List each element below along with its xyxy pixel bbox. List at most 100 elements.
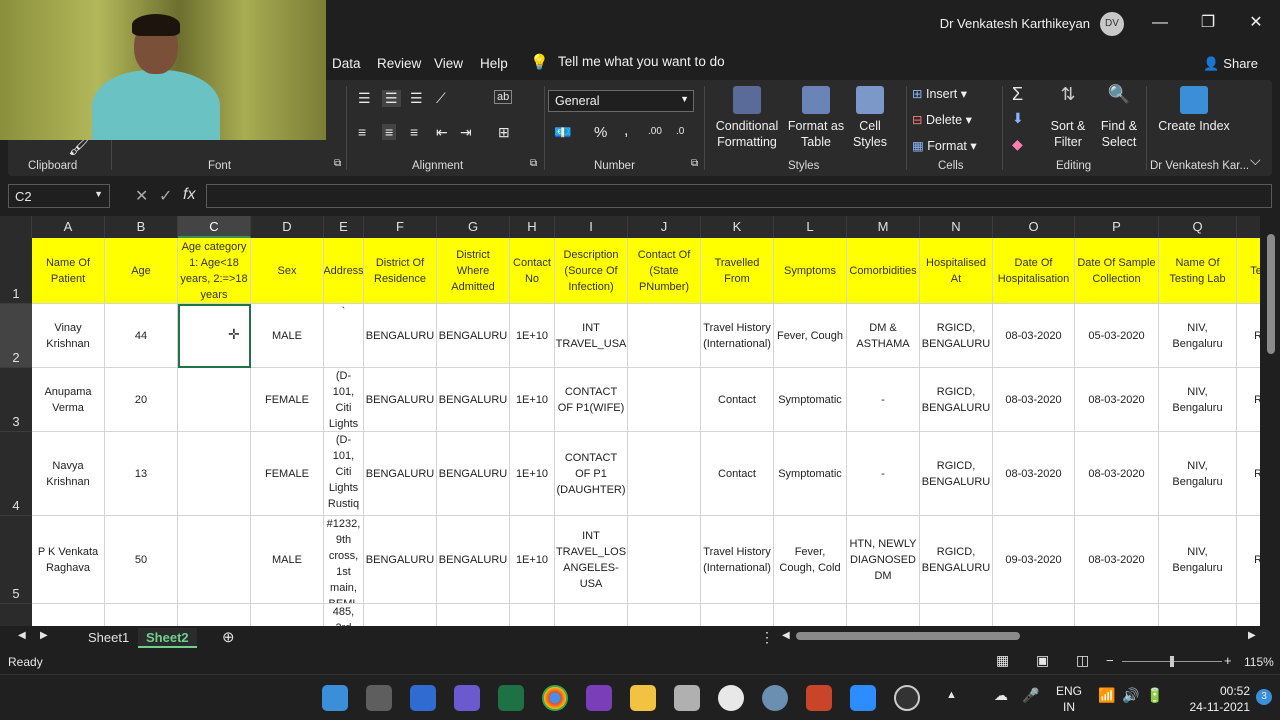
table-cell[interactable]: BENGALURU bbox=[364, 516, 437, 604]
column-header-d[interactable]: D bbox=[251, 216, 324, 238]
select-all-corner[interactable] bbox=[0, 216, 32, 238]
header-cell[interactable]: District Of Residence bbox=[364, 238, 437, 304]
table-cell[interactable] bbox=[178, 432, 251, 516]
format-as-table-button[interactable]: Format as Table bbox=[786, 86, 846, 150]
table-cell[interactable]: Symptomatic bbox=[774, 432, 847, 516]
table-cell[interactable]: 1E+10 bbox=[510, 516, 555, 604]
table-cell[interactable] bbox=[251, 604, 324, 626]
align-bottom-icon[interactable]: ☰ bbox=[410, 90, 423, 107]
row-header-3[interactable]: 3 bbox=[0, 368, 32, 432]
column-header-q[interactable]: Q bbox=[1159, 216, 1237, 238]
widgets-icon[interactable] bbox=[410, 685, 436, 711]
autosum-button[interactable]: Σ bbox=[1012, 84, 1023, 105]
header-cell[interactable]: Date Of Hospitalisation bbox=[993, 238, 1075, 304]
file-explorer-icon[interactable] bbox=[630, 685, 656, 711]
table-cell[interactable]: Navya Krishnan bbox=[32, 432, 105, 516]
header-cell[interactable]: Description (Source Of Infection) bbox=[555, 238, 628, 304]
column-header-k[interactable]: K bbox=[701, 216, 774, 238]
vertical-scrollbar[interactable] bbox=[1262, 216, 1280, 626]
column-header-a[interactable]: A bbox=[32, 216, 105, 238]
system-clock[interactable]: 00:52 24-11-2021 bbox=[1190, 683, 1251, 715]
row-header-4[interactable]: 4 bbox=[0, 432, 32, 516]
align-middle-icon[interactable]: ☰ bbox=[382, 90, 401, 107]
header-cell[interactable]: Comorbidities bbox=[847, 238, 920, 304]
table-cell[interactable]: 08-03-2020 bbox=[993, 304, 1075, 368]
chrome-icon[interactable] bbox=[542, 685, 568, 711]
powerpoint-icon[interactable] bbox=[806, 685, 832, 711]
table-cell[interactable]: 13 bbox=[105, 432, 178, 516]
windows-start-icon[interactable] bbox=[322, 685, 348, 711]
avatar[interactable]: DV bbox=[1100, 12, 1124, 36]
row-header-5[interactable]: 5 bbox=[0, 516, 32, 604]
add-sheet-button[interactable]: ⊕ bbox=[214, 628, 243, 648]
onenote-icon[interactable] bbox=[586, 685, 612, 711]
header-cell[interactable]: Address bbox=[324, 238, 364, 304]
tell-me-search[interactable]: Tell me what you want to do bbox=[558, 54, 725, 69]
table-cell[interactable]: RT-P bbox=[1237, 304, 1260, 368]
menu-data[interactable]: Data bbox=[332, 56, 361, 71]
column-header-f[interactable]: F bbox=[364, 216, 437, 238]
table-cell[interactable]: MALE bbox=[251, 304, 324, 368]
table-cell[interactable]: Fever, Cough, Cold bbox=[774, 516, 847, 604]
menu-help[interactable]: Help bbox=[480, 56, 508, 71]
table-cell[interactable] bbox=[105, 604, 178, 626]
table-cell[interactable]: BENGALURU bbox=[364, 432, 437, 516]
table-cell[interactable] bbox=[628, 368, 701, 432]
name-box[interactable]: C2 ▼ bbox=[8, 184, 110, 208]
header-cell[interactable]: District Where Admitted bbox=[437, 238, 510, 304]
increase-indent-icon[interactable]: ⇥ bbox=[460, 124, 472, 141]
column-header-i[interactable]: I bbox=[555, 216, 628, 238]
menu-review[interactable]: Review bbox=[377, 56, 421, 71]
table-cell[interactable]: BENGALURU bbox=[437, 368, 510, 432]
table-cell[interactable]: CONTACT OF P1(WIFE) bbox=[555, 368, 628, 432]
table-cell[interactable] bbox=[628, 516, 701, 604]
prev-sheet-icon[interactable]: ◀ bbox=[18, 630, 26, 641]
normal-view-icon[interactable]: ▦ bbox=[996, 652, 1009, 669]
table-cell[interactable]: 08-03-2020 bbox=[993, 368, 1075, 432]
table-cell[interactable]: 08-03-2020 bbox=[993, 432, 1075, 516]
header-cell[interactable]: Symptoms bbox=[774, 238, 847, 304]
column-header-n[interactable]: N bbox=[920, 216, 993, 238]
table-cell[interactable] bbox=[1159, 604, 1237, 626]
table-cell[interactable]: FEMALE bbox=[251, 432, 324, 516]
table-cell[interactable]: BENGALURU bbox=[437, 432, 510, 516]
header-cell[interactable]: Age category 1: Age<18 years, 2:=>18 yea… bbox=[178, 238, 251, 304]
column-header-r[interactable]: R bbox=[1237, 216, 1260, 238]
header-cell[interactable]: Date Of Sample Collection bbox=[1075, 238, 1159, 304]
comma-button[interactable]: , bbox=[624, 122, 628, 140]
table-cell[interactable] bbox=[178, 516, 251, 604]
vertical-scroll-thumb[interactable] bbox=[1267, 234, 1275, 354]
zoom-level[interactable]: 115% bbox=[1244, 655, 1274, 669]
table-cell[interactable] bbox=[510, 604, 555, 626]
table-cell[interactable]: 1E+10 bbox=[510, 304, 555, 368]
table-cell[interactable]: HTN, NEWLY DIAGNOSED DM bbox=[847, 516, 920, 604]
align-top-icon[interactable]: ☰ bbox=[358, 90, 371, 107]
table-cell[interactable]: 485, 3rd bbox=[324, 604, 364, 626]
fill-icon[interactable]: ⬇ bbox=[1012, 110, 1024, 127]
restore-button[interactable]: ❐ bbox=[1196, 12, 1220, 36]
column-header-g[interactable]: G bbox=[437, 216, 510, 238]
sort-filter-button[interactable]: ⇅ Sort & Filter bbox=[1044, 85, 1092, 150]
table-cell[interactable] bbox=[32, 604, 105, 626]
table-cell[interactable]: 1E+10 bbox=[510, 368, 555, 432]
table-cell[interactable]: 09-03-2020 bbox=[993, 516, 1075, 604]
tab-split-handle[interactable]: ⋮ bbox=[760, 629, 774, 646]
column-header-o[interactable]: O bbox=[993, 216, 1075, 238]
table-cell[interactable]: NIV, Bengaluru bbox=[1159, 368, 1237, 432]
table-cell[interactable]: Travel History (International) bbox=[701, 516, 774, 604]
header-cell[interactable]: Age bbox=[105, 238, 178, 304]
table-cell[interactable] bbox=[178, 604, 251, 626]
clear-icon[interactable]: ◆ bbox=[1012, 136, 1023, 153]
decrease-decimal-button[interactable]: .0 bbox=[676, 126, 684, 137]
table-cell[interactable]: 08-03-2020 bbox=[1075, 368, 1159, 432]
table-cell[interactable]: BENGALURU bbox=[364, 304, 437, 368]
cancel-icon[interactable]: ✕ bbox=[135, 186, 148, 206]
header-cell[interactable]: Sex bbox=[251, 238, 324, 304]
align-center-icon[interactable]: ≡ bbox=[382, 124, 397, 140]
header-cell[interactable]: Travelled From bbox=[701, 238, 774, 304]
table-cell[interactable] bbox=[701, 604, 774, 626]
table-cell[interactable]: Travel History (International) bbox=[701, 304, 774, 368]
table-cell[interactable]: #1232, 9th cross, 1st main, BEML bbox=[324, 516, 364, 604]
page-layout-icon[interactable]: ▣ bbox=[1036, 652, 1049, 669]
zoom-app-icon[interactable] bbox=[850, 685, 876, 711]
